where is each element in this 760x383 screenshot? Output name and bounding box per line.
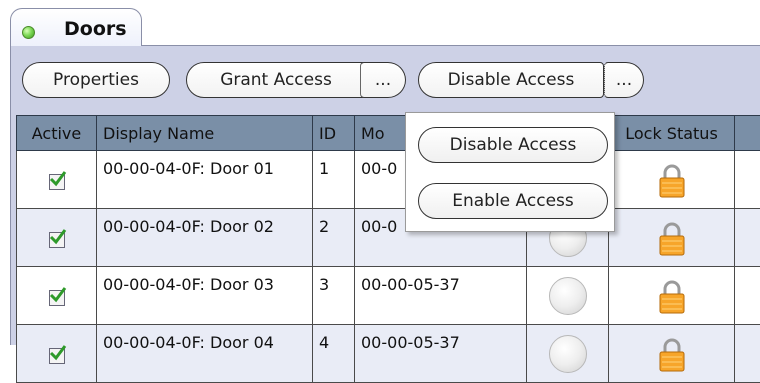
properties-button[interactable]: Properties: [22, 62, 170, 98]
id-cell: 1: [313, 151, 355, 209]
extra-cell: [735, 151, 760, 209]
grant-access-more-button[interactable]: ...: [360, 62, 406, 98]
status-led-icon: [549, 277, 587, 315]
id-cell: 2: [313, 209, 355, 267]
tab-label: Doors: [64, 18, 127, 40]
lock-status-cell: [609, 151, 735, 209]
active-cell[interactable]: [17, 151, 97, 209]
extra-cell: [735, 209, 760, 267]
table-row[interactable]: 00-00-04-0F: Door 02 2 00-0: [17, 209, 760, 267]
display-name-cell: 00-00-04-0F: Door 01: [97, 151, 313, 209]
display-name-cell: 00-00-04-0F: Door 03: [97, 267, 313, 325]
grant-access-button[interactable]: Grant Access: [186, 62, 366, 98]
checkmark-icon[interactable]: [49, 348, 65, 364]
table-row[interactable]: 00-00-04-0F: Door 01 1 00-0: [17, 151, 760, 209]
status-led-icon: [549, 335, 587, 373]
table-row[interactable]: 00-00-04-0F: Door 04 4 00-00-05-37: [17, 325, 760, 383]
indicator-cell: [527, 267, 609, 325]
id-cell: 4: [313, 325, 355, 383]
column-header-id[interactable]: ID: [313, 116, 355, 151]
menu-item-disable-access[interactable]: Disable Access: [418, 127, 608, 163]
checkmark-icon[interactable]: [49, 174, 65, 190]
display-name-cell: 00-00-04-0F: Door 02: [97, 209, 313, 267]
checkmark-icon[interactable]: [49, 232, 65, 248]
lock-status-cell: [609, 209, 735, 267]
id-cell: 3: [313, 267, 355, 325]
disable-access-button[interactable]: Disable Access: [418, 62, 604, 98]
column-header-active[interactable]: Active: [17, 116, 97, 151]
column-header-extra[interactable]: [735, 116, 760, 151]
extra-cell: [735, 325, 760, 383]
indicator-cell: [527, 325, 609, 383]
model-cell: 00-00-05-37: [355, 325, 527, 383]
lock-status-cell: [609, 267, 735, 325]
status-dot-icon: [22, 26, 35, 39]
active-cell[interactable]: [17, 267, 97, 325]
table-header-row: Active Display Name ID Mo Lock Status: [17, 116, 760, 151]
padlock-icon: [657, 279, 687, 315]
disable-access-more-button[interactable]: ...: [604, 62, 644, 98]
column-header-display-name[interactable]: Display Name: [97, 116, 313, 151]
disable-access-dropdown-menu: Disable Access Enable Access: [405, 112, 615, 232]
active-cell[interactable]: [17, 325, 97, 383]
display-name-cell: 00-00-04-0F: Door 04: [97, 325, 313, 383]
padlock-icon: [657, 337, 687, 373]
lock-status-cell: [609, 325, 735, 383]
checkmark-icon[interactable]: [49, 290, 65, 306]
menu-item-enable-access[interactable]: Enable Access: [418, 183, 608, 219]
column-header-lock-status[interactable]: Lock Status: [609, 116, 735, 151]
doors-table: Active Display Name ID Mo Lock Status 00…: [16, 115, 760, 383]
table-row[interactable]: 00-00-04-0F: Door 03 3 00-00-05-37: [17, 267, 760, 325]
padlock-icon: [657, 221, 687, 257]
model-cell: 00-00-05-37: [355, 267, 527, 325]
padlock-icon: [657, 163, 687, 199]
active-cell[interactable]: [17, 209, 97, 267]
extra-cell: [735, 267, 760, 325]
